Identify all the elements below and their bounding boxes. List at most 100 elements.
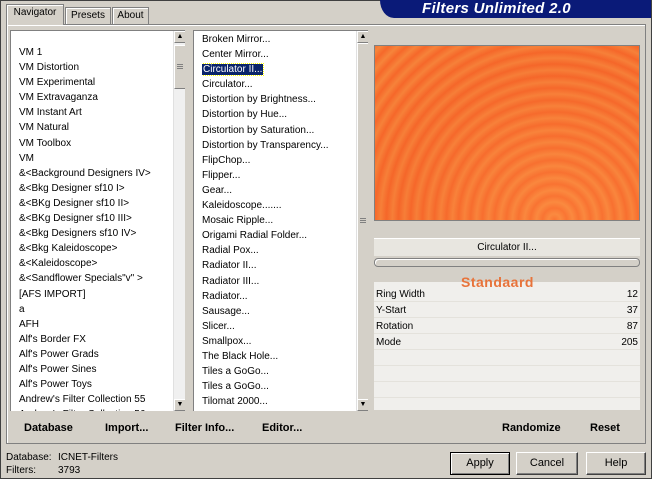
filter-item[interactable]: Distortion by Hue... (202, 107, 355, 122)
param-label: Ring Width (376, 289, 425, 300)
status-filters: Filters: 3793 (6, 465, 80, 476)
category-item[interactable]: &<Bkg Designer sf10 I> (19, 181, 172, 196)
filter-item[interactable]: Radiator... (202, 289, 355, 304)
category-item[interactable]: &<BKg Designer sf10 II> (19, 196, 172, 211)
category-item[interactable]: Alf's Power Sines (19, 362, 172, 377)
filter-item[interactable]: Origami Radial Folder... (202, 228, 355, 243)
editor-button[interactable]: Editor... (262, 420, 302, 436)
filter-item[interactable]: Smallpox... (202, 334, 355, 349)
import-button[interactable]: Import... (105, 420, 148, 436)
database-button[interactable]: Database (24, 420, 73, 436)
category-item-label: Alf's Power Sines (19, 363, 97, 375)
filter-item[interactable]: Mosaic Ripple... (202, 213, 355, 228)
tab-about[interactable]: About (112, 7, 149, 24)
param-row-y-start[interactable]: Y-Start 37 (374, 303, 640, 318)
filter-item-label: Kaleidoscope....... (202, 200, 282, 212)
category-item[interactable]: VM Natural (19, 120, 172, 135)
filter-item-label: Radiator... (202, 290, 248, 302)
randomize-button[interactable]: Randomize (502, 420, 561, 436)
filter-scrollbar[interactable]: ▲ ▼ (356, 31, 368, 411)
filter-item[interactable]: The Black Hole... (202, 349, 355, 364)
tab-presets[interactable]: Presets (65, 7, 111, 24)
grip-line (177, 64, 183, 65)
category-item[interactable]: VM Distortion (19, 60, 172, 75)
category-item-label: VM (19, 152, 34, 164)
filter-item[interactable]: Sausage... (202, 304, 355, 319)
category-item[interactable]: Andrew's Filter Collection 55 (19, 392, 172, 407)
scroll-down-arrow-icon[interactable]: ▼ (174, 399, 185, 411)
cancel-button[interactable]: Cancel (516, 452, 578, 475)
filter-item[interactable]: Distortion by Transparency... (202, 138, 355, 153)
category-item[interactable]: Alf's Power Toys (19, 377, 172, 392)
category-item[interactable]: [AFS IMPORT] (19, 287, 172, 302)
grip-line (177, 68, 183, 69)
category-item[interactable]: VM Instant Art (19, 105, 172, 120)
category-item[interactable]: a (19, 302, 172, 317)
param-row-empty (374, 351, 640, 366)
filter-item[interactable]: Slicer... (202, 319, 355, 334)
category-list[interactable]: VM 1 VM Distortion VM Experimental VM Extra… (10, 30, 185, 411)
category-item[interactable]: VM (19, 151, 172, 166)
scroll-down-arrow-icon[interactable]: ▼ (357, 399, 368, 411)
category-item[interactable]: Alf's Border FX (19, 332, 172, 347)
apply-button[interactable]: Apply (450, 452, 510, 475)
tab-navigator[interactable]: Navigator (6, 4, 64, 25)
category-item-label: Andrew's Filter Collection 56 (19, 409, 145, 411)
filter-item-label: The Black Hole... (202, 350, 279, 362)
filter-item[interactable]: Tri-Mirror... (202, 409, 355, 411)
reset-button[interactable]: Reset (590, 420, 620, 436)
filter-item[interactable]: Broken Mirror... (202, 32, 355, 47)
category-item[interactable]: VM 1 (19, 45, 172, 60)
category-item-label: &<Background Designers IV> (19, 167, 151, 179)
preview-control-bar[interactable] (374, 258, 640, 267)
category-item-label: a (19, 303, 25, 315)
filter-item[interactable]: Flipper... (202, 168, 355, 183)
category-item[interactable]: Andrew's Filter Collection 56 (19, 407, 172, 411)
category-item[interactable]: VM Toolbox (19, 136, 172, 151)
filter-item[interactable]: Distortion by Saturation... (202, 123, 355, 138)
filter-info-button[interactable]: Filter Info... (175, 420, 234, 436)
filter-item[interactable]: Tiles a GoGo... (202, 379, 355, 394)
category-item-label: &<Kaleidoscope> (19, 258, 98, 270)
category-item[interactable]: &<Bkg Kaleidoscope> (19, 241, 172, 256)
filter-item-label: Tiles a GoGo... (202, 366, 269, 378)
category-item-label: &<BKg Designer sf10 III> (19, 213, 132, 225)
scroll-up-arrow-icon[interactable]: ▲ (357, 31, 368, 43)
filter-item[interactable]: Circulator... (202, 77, 355, 92)
category-item[interactable]: &<Sandflower Specials"v" > (19, 271, 172, 286)
param-row-mode[interactable]: Mode 205 (374, 335, 640, 350)
filter-item[interactable]: Radial Pox... (202, 243, 355, 258)
filter-item[interactable]: FlipChop... (202, 153, 355, 168)
filter-item[interactable]: Kaleidoscope....... (202, 198, 355, 213)
help-button[interactable]: Help (586, 452, 646, 475)
category-item[interactable]: &<Background Designers IV> (19, 166, 172, 181)
status-database: Database: ICNET-Filters (6, 452, 118, 463)
filter-scroll-thumb[interactable] (357, 43, 368, 401)
filter-item[interactable]: Radiator III... (202, 274, 355, 289)
category-item[interactable]: VM Experimental (19, 75, 172, 90)
category-item[interactable]: &<Kaleidoscope> (19, 256, 172, 271)
category-item[interactable]: &<Bkg Designers sf10 IV> (19, 226, 172, 241)
filter-item-label: Sausage... (202, 305, 250, 317)
filter-item[interactable]: Radiator II... (202, 258, 355, 273)
category-item[interactable]: VM Extravaganza (19, 90, 172, 105)
category-item[interactable]: AFH (19, 317, 172, 332)
filter-item[interactable]: Center Mirror... (202, 47, 355, 62)
category-item[interactable]: Alf's Power Grads (19, 347, 172, 362)
filter-item[interactable]: Gear... (202, 183, 355, 198)
filter-item[interactable]: Tilomat 2000... (202, 394, 355, 409)
filter-list[interactable]: Broken Mirror... Center Mirror... Circulat… (193, 30, 368, 411)
category-scroll-thumb[interactable] (174, 45, 185, 89)
category-item-label: VM Toolbox (19, 137, 72, 149)
category-item[interactable]: &<BKg Designer sf10 III> (19, 211, 172, 226)
filter-item[interactable]: Distortion by Brightness... (202, 92, 355, 107)
category-item-label: Alf's Power Toys (19, 379, 92, 391)
category-scrollbar[interactable]: ▲ ▼ (173, 31, 185, 411)
filter-item-label: Tilomat 2000... (202, 396, 268, 408)
param-row-rotation[interactable]: Rotation 87 (374, 319, 640, 334)
param-label: Rotation (376, 321, 414, 332)
filter-item-label: Broken Mirror... (202, 34, 271, 45)
filter-item[interactable]: Circulator II... (202, 62, 355, 77)
filter-item[interactable]: Tiles a GoGo... (202, 364, 355, 379)
scroll-up-arrow-icon[interactable]: ▲ (174, 31, 185, 43)
